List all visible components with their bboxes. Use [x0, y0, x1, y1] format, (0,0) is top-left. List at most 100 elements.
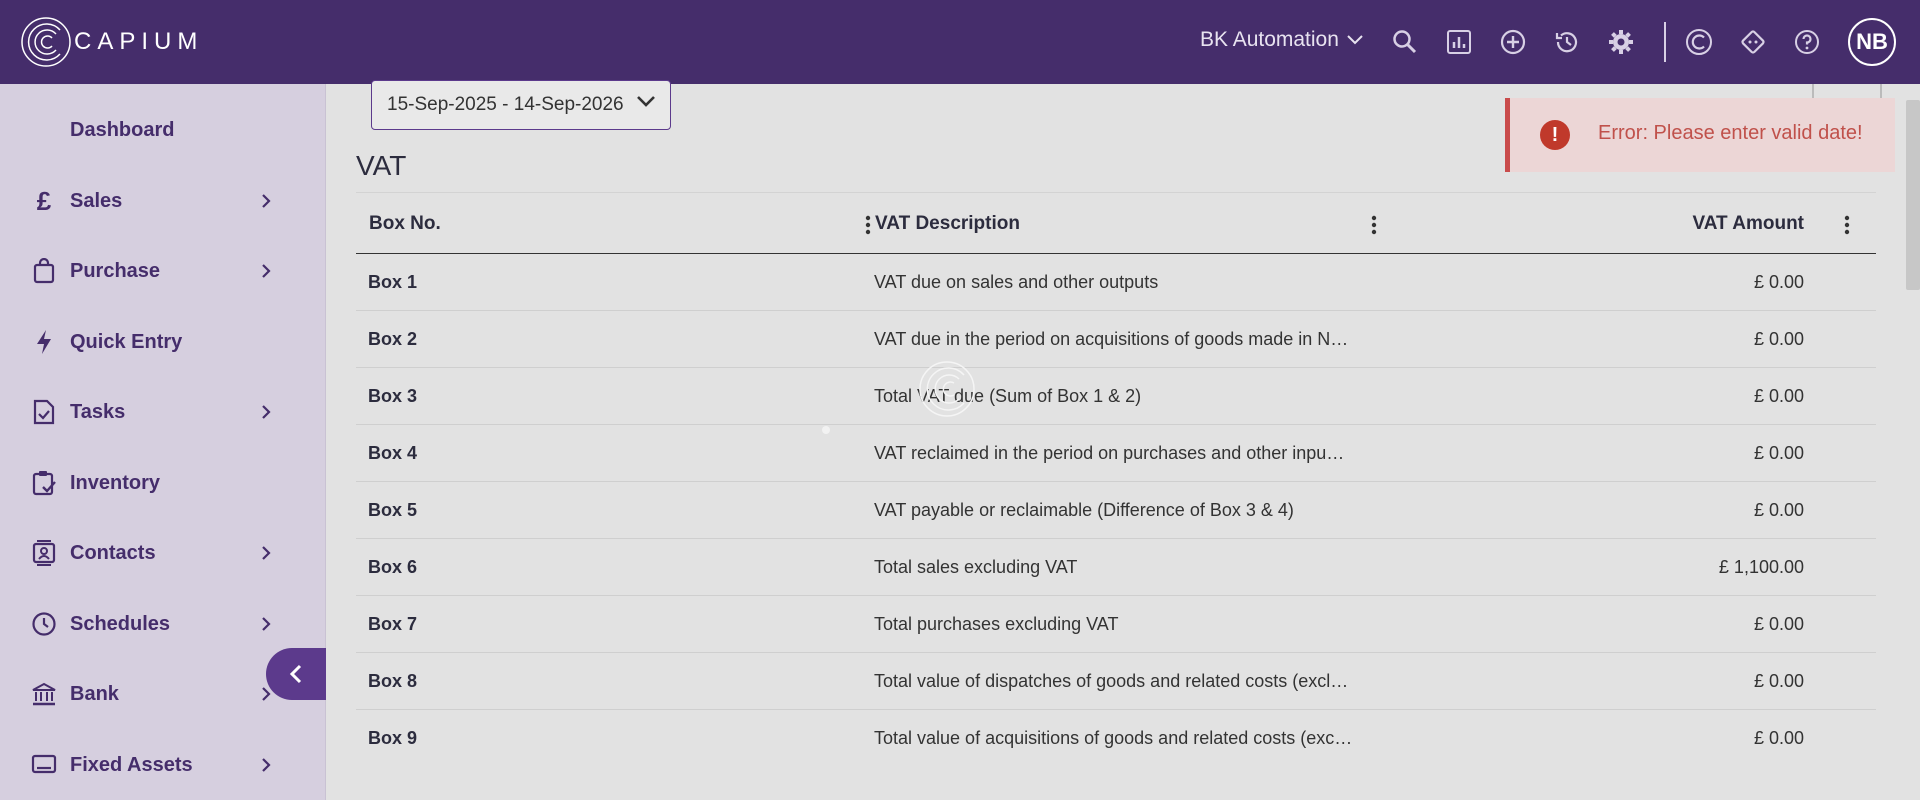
- box-number: Box 7: [368, 614, 418, 634]
- capium-logo-mark: [21, 17, 71, 67]
- sidebar-item-label: Quick Entry: [70, 330, 183, 353]
- vat-description: VAT due on sales and other outputs: [874, 272, 1159, 292]
- chevron-down-icon: [1347, 35, 1363, 45]
- box-number: Box 4: [368, 443, 418, 463]
- inventory-icon: [30, 469, 58, 497]
- sidebar-item-label: Inventory: [70, 471, 161, 494]
- sidebar-item-inventory[interactable]: Inventory: [0, 455, 300, 511]
- main-content: 15-Sep-2025 - 14-Sep-2026 VAT Box No. VA…: [326, 80, 1920, 800]
- sidebar-item-schedules[interactable]: Schedules: [0, 596, 300, 652]
- user-avatar[interactable]: NB: [1848, 18, 1896, 66]
- loading-dot: [822, 426, 830, 434]
- vat-amount: £ 0.00: [1753, 500, 1804, 520]
- table-row[interactable]: Box 7 Total purchases excluding VAT £ 0.…: [356, 596, 1876, 653]
- table-header: Box No. VAT Description VAT Amount: [356, 192, 1876, 254]
- add-circle-icon[interactable]: [1495, 24, 1531, 60]
- contacts-icon: [30, 539, 58, 567]
- gear-icon[interactable]: [1603, 24, 1639, 60]
- sidebar-item-fixed-assets[interactable]: Fixed Assets: [0, 737, 300, 793]
- vat-amount: £ 0.00: [1753, 272, 1804, 292]
- date-range-value: 15-Sep-2025 - 14-Sep-2026: [387, 94, 624, 115]
- table-row[interactable]: Box 6 Total sales excluding VAT £ 1,100.…: [356, 539, 1876, 596]
- puzzle-icon[interactable]: [1735, 24, 1771, 60]
- vat-description: Total sales excluding VAT: [874, 557, 1078, 577]
- chevron-right-icon: [256, 755, 276, 775]
- shopping-bag-icon: [30, 257, 58, 285]
- box-number: Box 3: [368, 386, 418, 406]
- vat-amount: £ 0.00: [1753, 443, 1804, 463]
- task-check-icon: [30, 398, 58, 426]
- chevron-left-icon: [289, 664, 302, 684]
- sidebar-item-label: Dashboard: [70, 118, 175, 141]
- column-header-vat-amount[interactable]: VAT Amount: [1692, 213, 1804, 235]
- table-row[interactable]: Box 4 VAT reclaimed in the period on pur…: [356, 425, 1876, 482]
- chevron-right-icon: [256, 402, 276, 422]
- box-number: Box 6: [368, 557, 418, 577]
- capium-c-icon[interactable]: [1681, 24, 1717, 60]
- sidebar-item-label: Sales: [70, 189, 123, 212]
- chevron-right-icon: [256, 191, 276, 211]
- vat-amount: £ 0.00: [1753, 386, 1804, 406]
- vat-description: VAT payable or reclaimable (Difference o…: [874, 500, 1294, 520]
- sidebar-item-contacts[interactable]: Contacts: [0, 525, 300, 581]
- sidebar-item-purchase[interactable]: Purchase: [0, 243, 300, 299]
- table-row[interactable]: Box 9 Total value of acquisitions of goo…: [356, 710, 1876, 767]
- vat-description: VAT due in the period on acquisitions of…: [874, 329, 1349, 349]
- column-header-box-no[interactable]: Box No.: [369, 213, 441, 235]
- sidebar-item-quick-entry[interactable]: Quick Entry: [0, 314, 300, 370]
- table-row[interactable]: Box 1 VAT due on sales and other outputs…: [356, 254, 1876, 311]
- panel-divider: [1880, 84, 1882, 98]
- vat-amount: £ 0.00: [1753, 329, 1804, 349]
- laptop-icon: [30, 751, 58, 779]
- box-number: Box 5: [368, 500, 418, 520]
- sidebar-item-label: Bank: [70, 682, 119, 705]
- top-bar: CAPIUM BK Automation NB: [0, 0, 1920, 84]
- chevron-right-icon: [256, 543, 276, 563]
- panel-divider: [1812, 84, 1814, 98]
- column-menu-icon[interactable]: [1364, 211, 1384, 239]
- chevron-down-icon: [637, 96, 655, 107]
- box-number: Box 9: [368, 728, 418, 748]
- sidebar-item-label: Fixed Assets: [70, 753, 193, 776]
- vat-table: Box No. VAT Description VAT Amount Box 1…: [356, 192, 1876, 767]
- column-menu-icon[interactable]: [1837, 211, 1857, 239]
- table-row[interactable]: Box 5 VAT payable or reclaimable (Differ…: [356, 482, 1876, 539]
- vat-amount: £ 0.00: [1753, 671, 1804, 691]
- vat-description: Total value of dispatches of goods and r…: [874, 671, 1349, 691]
- toast-message: Error: Please enter valid date!: [1598, 122, 1863, 144]
- sidebar-item-label: Tasks: [70, 400, 126, 423]
- sidebar-collapse-button[interactable]: [266, 648, 326, 700]
- error-toast[interactable]: ! Error: Please enter valid date!: [1505, 98, 1895, 172]
- sidebar-item-tasks[interactable]: Tasks: [0, 384, 300, 440]
- company-selector[interactable]: BK Automation: [1200, 28, 1363, 52]
- sidebar-item-sales[interactable]: £ Sales: [0, 173, 300, 229]
- sidebar-item-bank[interactable]: Bank: [0, 666, 300, 722]
- table-row[interactable]: Box 8 Total value of dispatches of goods…: [356, 653, 1876, 710]
- vat-description: Total purchases excluding VAT: [874, 614, 1119, 634]
- date-range-select[interactable]: 15-Sep-2025 - 14-Sep-2026: [371, 80, 671, 130]
- table-row[interactable]: Box 3 Total VAT due (Sum of Box 1 & 2) £…: [356, 368, 1876, 425]
- bank-icon: [30, 680, 58, 708]
- help-icon[interactable]: [1789, 24, 1825, 60]
- history-icon[interactable]: [1549, 24, 1585, 60]
- sidebar-item-label: Contacts: [70, 541, 156, 564]
- error-icon: !: [1540, 120, 1570, 150]
- column-header-vat-description[interactable]: VAT Description: [875, 213, 1020, 235]
- chevron-right-icon: [256, 614, 276, 634]
- loading-spinner-icon: [919, 361, 975, 417]
- sidebar-item-dashboard[interactable]: Dashboard: [0, 102, 300, 158]
- page-title: VAT: [356, 150, 407, 181]
- table-row[interactable]: Box 2 VAT due in the period on acquisiti…: [356, 311, 1876, 368]
- vat-amount: £ 0.00: [1753, 614, 1804, 634]
- logo-text: CAPIUM: [74, 28, 204, 55]
- topbar-divider: [1664, 22, 1666, 62]
- search-icon[interactable]: [1387, 24, 1423, 60]
- vat-amount: £ 1,100.00: [1718, 557, 1804, 577]
- reports-icon[interactable]: [1441, 24, 1477, 60]
- vertical-scrollbar[interactable]: [1906, 100, 1920, 290]
- box-number: Box 2: [368, 329, 418, 349]
- vat-description: VAT reclaimed in the period on purchases…: [874, 443, 1345, 463]
- capium-logo[interactable]: CAPIUM: [20, 16, 203, 68]
- pound-icon: £: [36, 185, 52, 216]
- company-name: BK Automation: [1200, 28, 1339, 51]
